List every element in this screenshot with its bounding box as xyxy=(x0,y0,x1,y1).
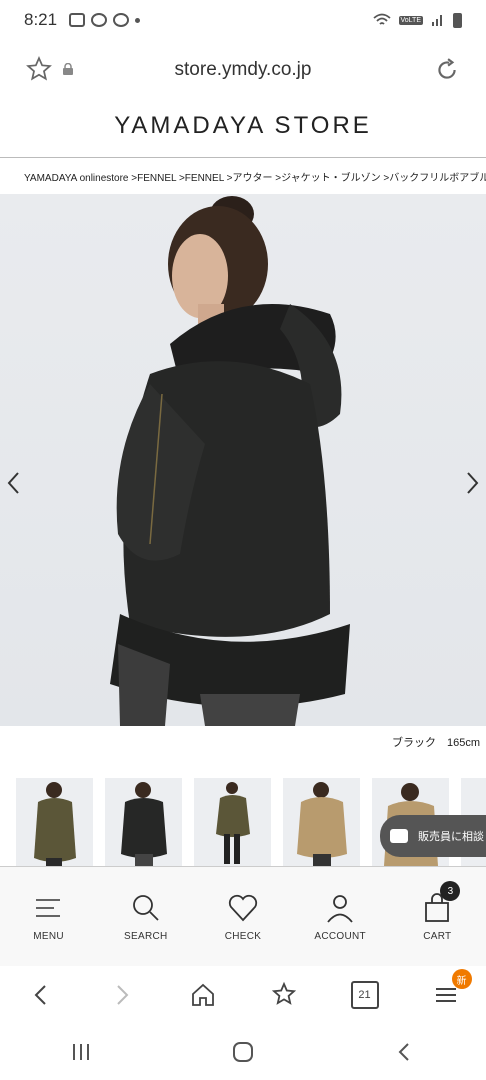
header-divider xyxy=(0,157,486,158)
battery-icon xyxy=(453,12,462,28)
dot-icon xyxy=(135,17,141,23)
status-icons xyxy=(69,13,141,27)
thumbnail-photo xyxy=(216,782,250,864)
thumbnail-photo xyxy=(34,782,76,866)
image-icon xyxy=(69,13,86,27)
breadcrumb[interactable]: YAMADAYA onlinestore >FENNEL >FENNEL >アウ… xyxy=(24,169,486,184)
image-caption: ブラック 165cm xyxy=(391,737,480,749)
menu-icon xyxy=(35,899,60,917)
tabs-button[interactable]: 21 xyxy=(350,981,379,1009)
next-image-arrow-icon[interactable] xyxy=(462,470,482,496)
prev-image-arrow-icon[interactable] xyxy=(4,470,24,496)
nav-search[interactable]: SEARCH xyxy=(101,891,191,942)
thumbnail[interactable] xyxy=(194,778,271,866)
thumbnail-photo xyxy=(121,782,167,866)
cart-count-badge: 3 xyxy=(440,881,461,901)
home-icon[interactable] xyxy=(189,981,217,1009)
cart-icon-wrap: 3 xyxy=(420,881,461,925)
site-bottom-nav: MENU SEARCH CHECK ACCOUNT 3 CART xyxy=(0,866,486,966)
browser-menu-button[interactable]: 新 xyxy=(432,969,472,1009)
lock-icon xyxy=(63,63,73,75)
wifi-icon xyxy=(372,13,391,25)
nav-cart[interactable]: 3 CART xyxy=(392,881,482,942)
nav-menu[interactable]: MENU xyxy=(4,891,94,942)
nav-check[interactable]: CHECK xyxy=(198,891,288,942)
volte-label: VoLTE xyxy=(398,15,423,25)
chat-bubble-icon xyxy=(390,829,408,843)
star-icon[interactable] xyxy=(26,56,52,82)
product-photo xyxy=(110,196,350,726)
home-button-icon[interactable] xyxy=(231,1040,255,1064)
url-bar[interactable]: store.ymdy.co.jp xyxy=(0,46,486,94)
back-icon[interactable] xyxy=(27,981,55,1009)
browser-toolbar: 21 新 xyxy=(0,966,486,1024)
new-badge: 新 xyxy=(451,969,472,989)
search-icon xyxy=(132,895,159,921)
recent-apps-icon[interactable] xyxy=(69,1040,93,1064)
android-back-icon[interactable] xyxy=(393,1040,417,1064)
consult-label: 販売員に相談 xyxy=(418,831,484,843)
status-bar: 8:21 VoLTE xyxy=(0,0,486,40)
nav-search-label: SEARCH xyxy=(124,931,168,942)
bookmarks-icon[interactable] xyxy=(270,981,298,1009)
nav-cart-label: CART xyxy=(423,931,452,942)
nav-account-label: ACCOUNT xyxy=(314,931,366,942)
forward-icon[interactable] xyxy=(108,981,136,1009)
account-icon xyxy=(327,895,353,923)
consult-staff-button[interactable]: 販売員に相談 xyxy=(380,815,486,857)
status-right: VoLTE xyxy=(372,12,462,28)
thumbnail[interactable] xyxy=(16,778,93,866)
product-image[interactable] xyxy=(0,194,486,726)
thumbnail[interactable] xyxy=(105,778,182,866)
signal-icon xyxy=(432,15,442,26)
app-icon xyxy=(91,13,108,27)
reload-icon[interactable] xyxy=(434,57,460,83)
status-time: 8:21 xyxy=(24,10,58,29)
nav-menu-label: MENU xyxy=(33,931,64,942)
line-icon xyxy=(113,13,130,27)
thumbnail-photo xyxy=(297,782,347,866)
nav-check-label: CHECK xyxy=(224,931,262,942)
heart-icon xyxy=(228,894,258,922)
nav-account[interactable]: ACCOUNT xyxy=(295,891,385,942)
site-logo[interactable]: YAMADAYA STORE xyxy=(0,112,486,140)
android-nav-bar xyxy=(0,1024,486,1080)
thumbnail[interactable] xyxy=(283,778,360,866)
tab-count: 21 xyxy=(358,989,371,1001)
